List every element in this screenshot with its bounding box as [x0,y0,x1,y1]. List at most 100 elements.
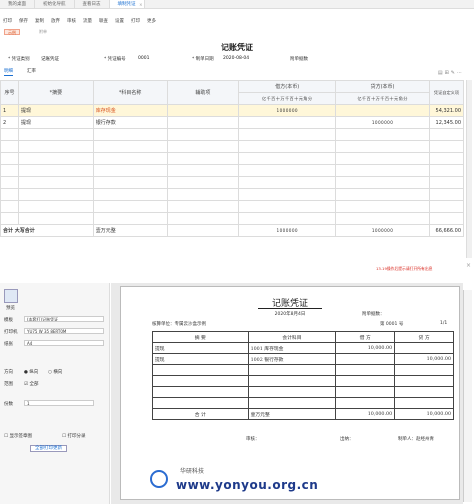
row-debit[interactable] [238,116,337,129]
tab-view-log[interactable]: 查看日志 [75,0,110,8]
settings-button[interactable]: 设置 [115,18,124,24]
total-label: 合计 大写合计 [0,224,94,237]
row-summary[interactable]: 提现 [17,104,94,117]
paper-unit: 核算单位：专属云沙盒示例 [152,322,206,327]
preview-icon[interactable] [4,289,18,303]
col-credit: 贷方(本币) [335,80,430,93]
table-row[interactable]: 1 提现 库存现金 1000000 54,321.00 [0,104,465,117]
table-row[interactable] [0,128,465,141]
print-all-button[interactable]: 全部打印更新 [30,445,67,452]
row-debit[interactable]: 1000000 [238,104,337,117]
grid-tool-icons[interactable]: ▤⊞✎⋯ [438,70,464,76]
tab-detail[interactable]: 明细 [4,68,13,76]
row-account[interactable]: 银行存款 [92,116,168,129]
printer-select[interactable]: YU75 W 35 8ERT0M [24,328,104,334]
show-seal-check[interactable]: ☐ 显示签章图 [4,433,32,440]
portrait-radio[interactable]: ● 纵向 [24,369,38,376]
error-message[interactable]: 13.19操作后提示请打开所有出息 [376,266,432,272]
paper-col-summary: 摘 要 [152,331,249,343]
table-row[interactable] [0,164,465,177]
voucher-no-field[interactable]: 0001 [138,56,149,61]
close-icon[interactable]: × [466,262,471,269]
paper-total-row: 合 计 壹万元整 10,000.00 10,000.00 [152,408,454,420]
paper-col-debit: 借 方 [335,331,396,343]
table-row[interactable] [0,212,465,225]
tab-exchange[interactable]: 汇率 [27,68,36,76]
direction-label: 方向 [4,370,13,375]
copies-stepper[interactable]: 1 [24,400,94,406]
voucher-type-label: * 凭证类别 [8,57,30,62]
discard-button[interactable]: 放弃 [51,18,60,24]
table-row[interactable]: 2 提现 银行存款 1000000 12,345.00 [0,116,465,129]
preview-scrollbar[interactable] [463,290,472,502]
row-custom[interactable]: 12,345.00 [428,116,465,129]
table-row[interactable] [0,152,465,165]
paper-select[interactable]: A4 [24,340,104,346]
link-query-button[interactable]: 联查 [99,18,108,24]
close-icon[interactable]: × [139,0,142,9]
print-menu-button[interactable]: 打印 [131,18,140,24]
toolbar: 打印 保存 复制 放弃 审核 流量 联查 设置 打印 更多 [0,16,474,25]
print-settings-panel: 预览 模板 (本套打)记账凭证 打印机 YU75 W 35 8ERT0M 纸张 … [0,283,110,504]
template-label: 模板 [4,318,13,323]
paper-page: 1/1 [440,321,448,326]
table-scrollbar[interactable] [466,80,472,258]
paper-footer-post: 出纳： [340,437,354,442]
row-aux[interactable] [166,116,240,129]
row-aux[interactable] [166,104,240,117]
tab-init-nav[interactable]: 初始化导航 [35,0,75,8]
save-button[interactable]: 保存 [19,18,28,24]
voucher-date-field[interactable]: 2020-08-04 [223,56,249,61]
paper-title-underline [258,308,322,309]
table-row [152,364,454,376]
col-seq: 序号 [0,80,19,105]
print-entry-check[interactable]: ☐ 打印分录 [62,433,85,440]
paper-footer-maker: 制单人：赵经州青 [398,437,434,442]
paper-no: 第 0001 号 [380,322,404,327]
template-select[interactable]: (本套打)记账凭证 [24,316,104,322]
row-credit[interactable] [335,104,430,117]
more-button[interactable]: 更多 [147,18,156,24]
row-account[interactable]: 库存现金 [92,104,168,117]
row-seq: 2 [0,116,19,129]
row-credit[interactable]: 1000000 [335,116,430,129]
preview-label: 预览 [6,306,15,311]
paper-voucher-table: 摘 要 会计科目 借 方 贷 方 提现 1001 库存现金 10,000.00 … [152,331,454,420]
audit-button[interactable]: 审核 [67,18,76,24]
copy-button[interactable]: 复制 [35,18,44,24]
attach-count-label: 附单据数 [290,57,308,62]
paper-footer-keep: 审核： [246,437,260,442]
col-custom: 凭证自定义项 [428,80,465,105]
watermark-logo-icon [150,470,168,488]
row-summary[interactable]: 提现 [17,116,94,129]
range-all-check[interactable]: ☑ 全部 [24,381,38,388]
table-row[interactable] [0,140,465,153]
table-row[interactable] [0,188,465,201]
voucher-date-label: * 制单日期 [192,57,214,62]
landscape-radio[interactable]: ○ 横向 [48,369,62,376]
row-seq: 1 [0,104,19,117]
voucher-type-field[interactable]: 记账凭证 [41,56,59,62]
flow-button[interactable]: 流量 [83,18,92,24]
table-row [152,375,454,387]
tab-desktop[interactable]: 我的桌面 [0,0,35,8]
table-row[interactable] [0,176,465,189]
table-row[interactable] [0,200,465,213]
paper-col-account: 会计科目 [247,331,337,343]
table-row [152,397,454,409]
watermark-url: www.yonyou.org.cn [176,478,319,492]
table-row: 提现 1001 库存现金 10,000.00 [152,342,454,354]
print-button[interactable]: 打印 [3,18,12,24]
row-custom[interactable]: 54,321.00 [428,104,465,117]
tab-fill-voucher[interactable]: 填制凭证 × [109,0,145,9]
printer-label: 打印机 [4,330,18,335]
paper-label: 纸张 [4,342,13,347]
credit-digit-header: 亿千百十万千百十元角分 [335,92,430,105]
paper-attach: 附单据数： [362,312,385,317]
voucher-title: 记账凭证 [221,43,253,52]
col-debit: 借方(本币) [238,80,337,93]
debit-digit-header: 亿千百十万千百十元角分 [238,92,337,105]
paper-date: 2020年8月4日 [274,312,306,317]
sample-badge: 示例 [4,29,20,35]
voucher-header-fields: * 凭证类别 记账凭证 * 凭证编号 0001 * 制单日期 2020-08-0… [8,56,448,64]
